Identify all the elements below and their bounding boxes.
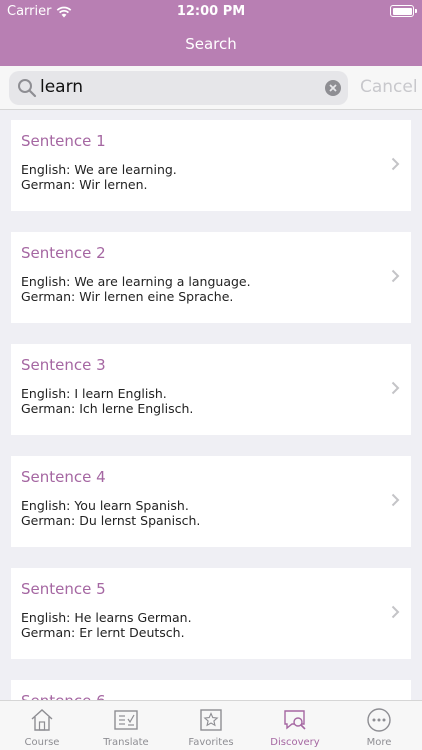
star-icon [200, 709, 222, 731]
tab-bar: Course Translate Favorites Discovery Mor… [0, 700, 422, 750]
search-input[interactable] [40, 77, 320, 97]
german-text: German: Wir lernen. [21, 177, 148, 192]
chevron-right-icon [391, 605, 400, 619]
sentence-title: Sentence 3 [21, 356, 106, 374]
status-bar: Carrier 12:00 PM [0, 0, 422, 24]
tab-favorites[interactable]: Favorites [169, 701, 253, 750]
house-icon [31, 709, 53, 731]
results-list: Sentence 1 English: We are learning. Ger… [0, 110, 422, 700]
clock: 12:00 PM [176, 4, 246, 19]
sentence-title: Sentence 2 [21, 244, 106, 262]
tab-label: Favorites [188, 737, 234, 748]
list-item[interactable]: Sentence 3 English: I learn English. Ger… [11, 344, 411, 435]
sentence-title: Sentence 5 [21, 580, 106, 598]
navigation-header: Carrier 12:00 PM Search [0, 0, 422, 66]
german-text: German: Er lernt Deutsch. [21, 625, 185, 640]
page-title: Search [185, 35, 237, 53]
ellipsis-circle-icon [367, 708, 391, 732]
search-field[interactable] [9, 71, 348, 105]
tab-discovery[interactable]: Discovery [253, 701, 337, 750]
german-text: German: Wir lernen eine Sprache. [21, 289, 234, 304]
tab-label: More [366, 737, 392, 748]
tab-course[interactable]: Course [0, 701, 84, 750]
search-bar: Cancel [0, 66, 422, 110]
tab-more[interactable]: More [337, 701, 421, 750]
tab-label: Discovery [270, 737, 320, 748]
list-item[interactable]: Sentence 1 English: We are learning. Ger… [11, 120, 411, 211]
german-text: German: Ich lerne Englisch. [21, 401, 194, 416]
tab-label: Translate [103, 737, 149, 748]
chevron-right-icon [391, 493, 400, 507]
search-icon [18, 79, 37, 98]
sentence-title: Sentence 1 [21, 132, 106, 150]
english-text: English: You learn Spanish. [21, 498, 189, 513]
list-item[interactable]: Sentence 2 English: We are learning a la… [11, 232, 411, 323]
english-text: English: I learn English. [21, 386, 167, 401]
tab-label: Course [24, 737, 60, 748]
chevron-right-icon [391, 157, 400, 171]
chevron-right-icon [391, 381, 400, 395]
cancel-button[interactable]: Cancel [360, 77, 418, 97]
chat-search-icon [284, 710, 306, 730]
list-item[interactable]: Sentence 4 English: You learn Spanish. G… [11, 456, 411, 547]
sentence-title: Sentence 4 [21, 468, 106, 486]
english-text: English: We are learning. [21, 162, 177, 177]
clear-search-icon[interactable] [325, 80, 341, 96]
sentence-title: Sentence 6 [21, 692, 106, 700]
document-list-icon [114, 710, 138, 730]
chevron-right-icon [391, 269, 400, 283]
battery-icon [390, 5, 417, 17]
tab-translate[interactable]: Translate [84, 701, 168, 750]
list-item[interactable]: Sentence 5 English: He learns German. Ge… [11, 568, 411, 659]
list-item[interactable]: Sentence 6 [11, 680, 411, 700]
german-text: German: Du lernst Spanisch. [21, 513, 201, 528]
english-text: English: We are learning a language. [21, 274, 251, 289]
english-text: English: He learns German. [21, 610, 192, 625]
